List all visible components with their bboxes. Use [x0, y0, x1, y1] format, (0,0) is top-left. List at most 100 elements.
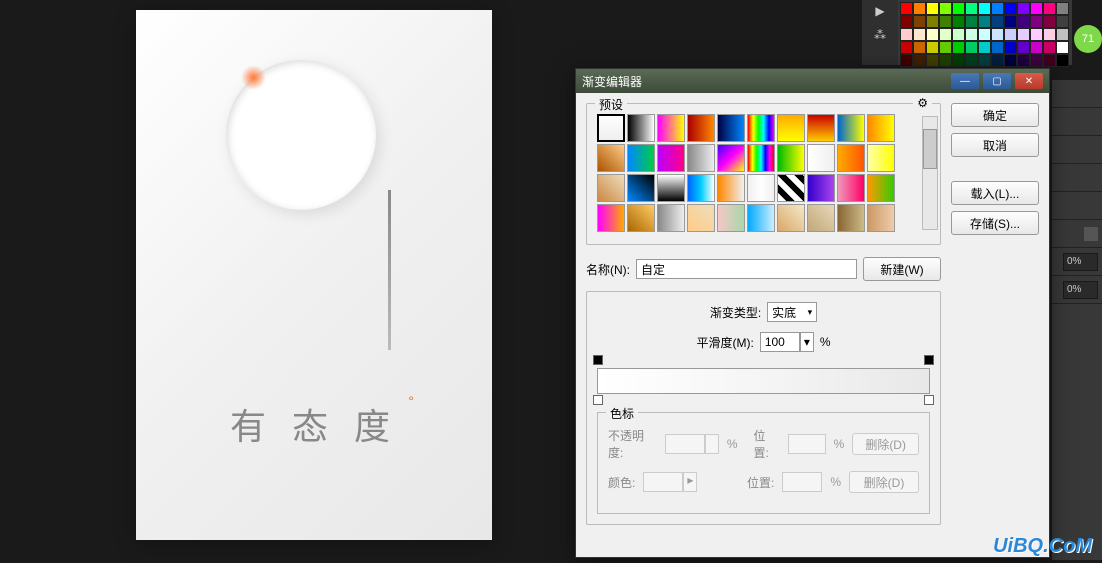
gradient-preset[interactable]: [747, 174, 775, 202]
opacity-stop-right[interactable]: [924, 355, 934, 367]
doc-icon[interactable]: [1084, 227, 1098, 241]
swatch[interactable]: [1030, 54, 1043, 67]
gradient-preset[interactable]: [747, 114, 775, 142]
gradient-preset[interactable]: [867, 114, 895, 142]
gradient-preset[interactable]: [657, 144, 685, 172]
swatch[interactable]: [991, 41, 1004, 54]
gradient-preset[interactable]: [627, 114, 655, 142]
swatch[interactable]: [1056, 41, 1069, 54]
gradient-preset[interactable]: [717, 144, 745, 172]
close-button[interactable]: ✕: [1015, 73, 1043, 89]
swatch[interactable]: [1017, 41, 1030, 54]
gradient-preset[interactable]: [717, 204, 745, 232]
swatch[interactable]: [926, 54, 939, 67]
dialog-titlebar[interactable]: 渐变编辑器 — ▢ ✕: [576, 69, 1049, 93]
swatch[interactable]: [965, 15, 978, 28]
swatch[interactable]: [1056, 28, 1069, 41]
swatch[interactable]: [926, 2, 939, 15]
cancel-button[interactable]: 取消: [951, 133, 1039, 157]
gradient-preset[interactable]: [687, 204, 715, 232]
gradient-preset[interactable]: [837, 144, 865, 172]
brush-icon[interactable]: ⁂: [874, 28, 886, 42]
swatch[interactable]: [1056, 2, 1069, 15]
swatch[interactable]: [978, 2, 991, 15]
swatch[interactable]: [952, 15, 965, 28]
preset-scrollbar[interactable]: [922, 116, 938, 230]
gradient-preset[interactable]: [837, 114, 865, 142]
swatch[interactable]: [1030, 28, 1043, 41]
opacity-stop-left[interactable]: [593, 355, 603, 367]
gradient-preset[interactable]: [627, 174, 655, 202]
swatch[interactable]: [1043, 54, 1056, 67]
load-button[interactable]: 载入(L)...: [951, 181, 1039, 205]
swatch-grid[interactable]: [898, 0, 1071, 65]
gradient-preset[interactable]: [657, 114, 685, 142]
gradient-preset[interactable]: [687, 114, 715, 142]
swatch[interactable]: [1030, 41, 1043, 54]
swatch[interactable]: [1004, 15, 1017, 28]
gradient-bar[interactable]: [597, 368, 930, 394]
gradient-preset[interactable]: [627, 204, 655, 232]
smoothness-input[interactable]: 100: [760, 332, 800, 352]
swatch[interactable]: [1030, 2, 1043, 15]
swatch[interactable]: [939, 28, 952, 41]
gradient-preset[interactable]: [687, 144, 715, 172]
swatch[interactable]: [978, 41, 991, 54]
swatch[interactable]: [913, 15, 926, 28]
gradient-preset[interactable]: [687, 174, 715, 202]
color-stop-left[interactable]: [593, 395, 603, 407]
gradient-preset[interactable]: [747, 144, 775, 172]
swatch[interactable]: [991, 15, 1004, 28]
swatch[interactable]: [939, 2, 952, 15]
swatch[interactable]: [1043, 28, 1056, 41]
color-stop-right[interactable]: [924, 395, 934, 407]
gradient-preset[interactable]: [777, 144, 805, 172]
swatch[interactable]: [1030, 15, 1043, 28]
swatch[interactable]: [978, 28, 991, 41]
swatch[interactable]: [978, 54, 991, 67]
swatch[interactable]: [926, 41, 939, 54]
gradient-preset[interactable]: [807, 204, 835, 232]
gradient-preset[interactable]: [807, 174, 835, 202]
opacity-field-1[interactable]: 0%: [1063, 253, 1098, 271]
swatch[interactable]: [926, 15, 939, 28]
swatch[interactable]: [991, 28, 1004, 41]
swatch[interactable]: [939, 54, 952, 67]
gradient-preset[interactable]: [717, 174, 745, 202]
swatch[interactable]: [965, 28, 978, 41]
swatch[interactable]: [991, 2, 1004, 15]
gradient-preset[interactable]: [777, 174, 805, 202]
swatch[interactable]: [1017, 54, 1030, 67]
swatch[interactable]: [965, 54, 978, 67]
swatch[interactable]: [900, 2, 913, 15]
swatch[interactable]: [1017, 2, 1030, 15]
swatch[interactable]: [913, 54, 926, 67]
gradient-preset[interactable]: [867, 144, 895, 172]
save-button[interactable]: 存储(S)...: [951, 211, 1039, 235]
swatch[interactable]: [913, 41, 926, 54]
swatch[interactable]: [900, 28, 913, 41]
swatch[interactable]: [1043, 41, 1056, 54]
swatch[interactable]: [952, 2, 965, 15]
swatch[interactable]: [1004, 54, 1017, 67]
gradient-preset[interactable]: [597, 204, 625, 232]
swatch[interactable]: [1056, 15, 1069, 28]
gradient-preset[interactable]: [657, 174, 685, 202]
swatch[interactable]: [926, 28, 939, 41]
scrollbar-thumb[interactable]: [923, 129, 937, 169]
swatch[interactable]: [939, 41, 952, 54]
swatch[interactable]: [939, 15, 952, 28]
new-button[interactable]: 新建(W): [863, 257, 941, 281]
swatch[interactable]: [952, 41, 965, 54]
swatch[interactable]: [991, 54, 1004, 67]
gradient-preset[interactable]: [777, 204, 805, 232]
swatch[interactable]: [952, 54, 965, 67]
gradient-preset[interactable]: [747, 204, 775, 232]
swatch[interactable]: [1017, 28, 1030, 41]
swatch[interactable]: [913, 28, 926, 41]
gear-icon[interactable]: ⚙: [913, 96, 932, 110]
gradient-preset[interactable]: [807, 114, 835, 142]
gradient-preset[interactable]: [837, 174, 865, 202]
gradient-preset[interactable]: [597, 144, 625, 172]
opacity-field-2[interactable]: 0%: [1063, 281, 1098, 299]
